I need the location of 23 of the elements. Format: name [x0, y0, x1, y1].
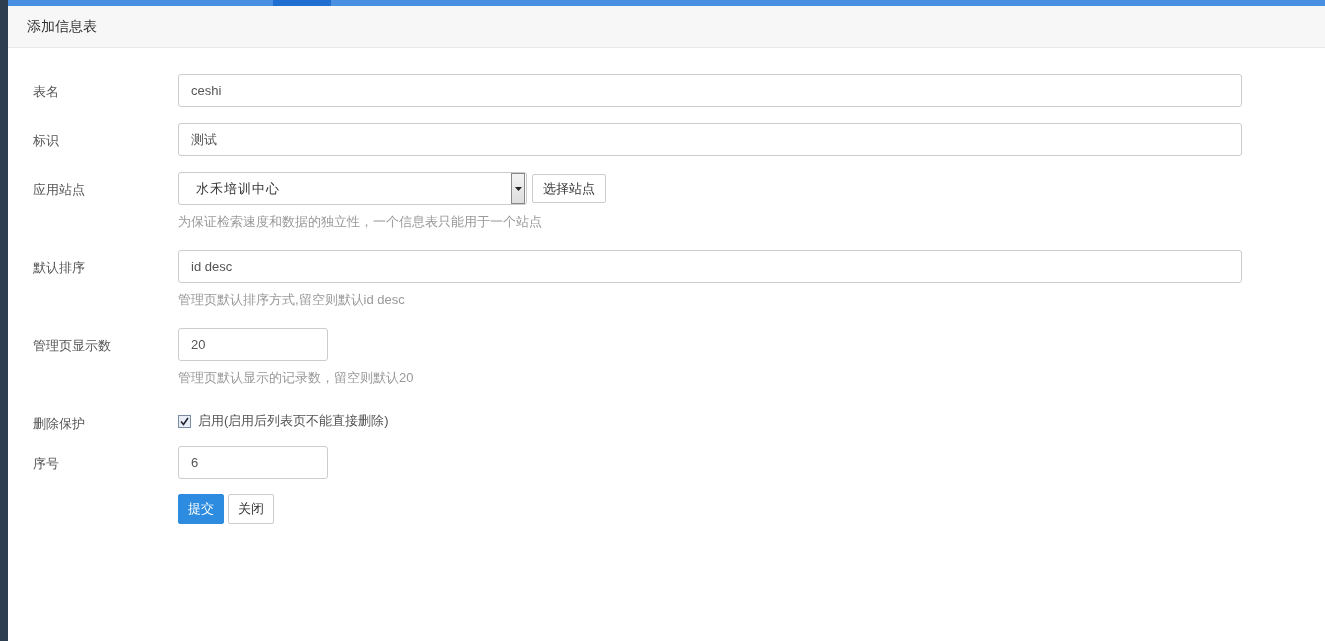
field-label: 标识 — [33, 132, 60, 150]
text-field[interactable]: ceshi — [178, 74, 1242, 107]
site-dropdown[interactable]: 水禾培训中心 — [178, 172, 527, 205]
select-site-button[interactable]: 选择站点 — [532, 174, 606, 203]
text-field[interactable]: id desc — [178, 250, 1242, 283]
checkbox-label: 启用(启用后列表页不能直接删除) — [198, 412, 389, 430]
checkbox[interactable] — [178, 414, 191, 428]
tab-indicator — [273, 0, 331, 6]
field-label: 表名 — [33, 83, 60, 101]
field-label: 删除保护 — [33, 415, 86, 433]
text-field[interactable]: 20 — [178, 328, 328, 361]
field-label: 应用站点 — [33, 181, 86, 199]
dropdown-arrow-icon — [514, 186, 522, 191]
help-text: 管理页默认排序方式,留空则默认id desc — [178, 291, 406, 309]
text-field[interactable]: 6 — [178, 446, 328, 479]
submit-button[interactable]: 提交 — [178, 494, 224, 524]
text-field[interactable]: 测试 — [178, 123, 1242, 156]
field-label: 序号 — [33, 455, 60, 473]
panel-title: 添加信息表 — [27, 17, 97, 36]
close-button[interactable]: 关闭 — [228, 494, 274, 524]
help-text: 管理页默认显示的记录数，留空则默认20 — [178, 369, 415, 387]
field-label: 默认排序 — [33, 259, 86, 277]
field-label: 管理页显示数 — [33, 337, 112, 355]
